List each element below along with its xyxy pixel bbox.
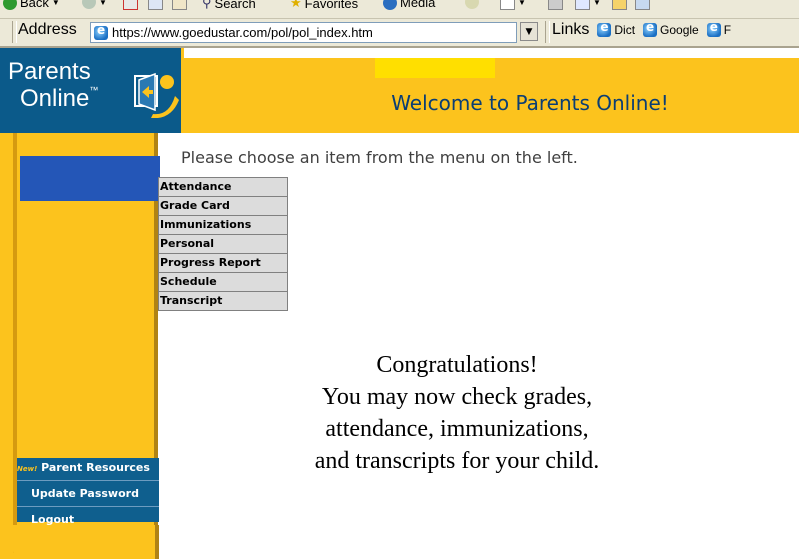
address-url[interactable]: https://www.goedustar.com/pol/pol_index.… [112,25,373,40]
new-badge: New! [17,465,38,473]
ie-page-icon [706,20,721,37]
media-button[interactable]: Media [383,0,435,10]
word-icon [575,0,590,10]
home-button[interactable] [172,0,187,10]
print-button[interactable] [548,0,563,10]
print-icon [548,0,563,10]
messenger-icon [635,0,650,10]
link-google[interactable]: Google [641,20,699,37]
congrats-line-4: and transcripts for your child. [314,448,600,474]
forward-arrow-icon [82,0,96,9]
dropdown-arrow-icon: ▼ [518,0,526,7]
media-icon [383,0,397,10]
messenger-button[interactable] [635,0,650,10]
congrats-line-2: You may now check grades, [321,384,593,410]
stop-icon [123,0,138,10]
history-icon [465,0,479,9]
toolbar-separator [12,21,17,43]
page-content: Parents Online™ Welcome to Parents Onlin… [0,48,799,559]
folder-button[interactable] [612,0,627,10]
logo-mark-icon [134,72,179,118]
divider [17,480,159,481]
refresh-icon [148,0,163,10]
favorites-button[interactable]: ★ Favorites [290,0,358,11]
word-button[interactable]: ▼ [575,0,601,10]
home-icon [172,0,187,10]
flyout-menu: Attendance Grade Card Immunizations Pers… [158,177,288,311]
menu-item-attendance[interactable]: Attendance [159,178,287,197]
link-f[interactable]: F [705,20,731,37]
menu-item-personal[interactable]: Personal [159,235,287,254]
menu-item-grade-card[interactable]: Grade Card [159,197,287,216]
menu-item-immunizations[interactable]: Immunizations [159,216,287,235]
dropdown-arrow-icon: ▼ [99,0,107,7]
history-button[interactable] [465,0,479,9]
logo-text-parents: Parents [8,58,91,85]
back-arrow-icon [3,0,17,10]
links-label: Links [552,21,590,38]
mail-button[interactable]: ▼ [500,0,526,10]
links-bar: Links Dict Google F [552,20,731,39]
menu-item-transcript[interactable]: Transcript [159,292,287,310]
refresh-button[interactable] [148,0,163,10]
address-input[interactable]: https://www.goedustar.com/pol/pol_index.… [90,22,517,43]
toolbar-separator [545,21,550,43]
folder-icon [612,0,627,10]
ie-page-icon [643,20,658,37]
address-label: Address [18,21,77,38]
search-button[interactable]: ⚲ Search [202,0,256,11]
menu-item-progress-report[interactable]: Progress Report [159,254,287,273]
menu-item-schedule[interactable]: Schedule [159,273,287,292]
congrats-line-3: attendance, immunizations, [325,416,589,442]
dropdown-arrow-icon: ▼ [593,0,601,7]
logo-text-online: Online™ [20,85,99,112]
address-bar: Address https://www.goedustar.com/pol/po… [0,19,799,48]
stop-button[interactable] [123,0,138,10]
back-button[interactable]: Back ▼ [3,0,60,10]
address-dropdown-button[interactable]: ▼ [520,22,538,41]
sidebar-menu-block [20,156,160,201]
link-dict[interactable]: Dict [595,20,635,37]
chevron-down-icon: ▼ [525,26,533,37]
congratulations-message: Congratulations! You may now check grade… [232,349,682,477]
congrats-line-1: Congratulations! [376,352,538,378]
page-title: Welcome to Parents Online! [391,91,669,115]
forward-button[interactable]: ▼ [82,0,107,9]
sidebar-item-parent-resources[interactable]: New! Parent Resources [17,461,159,474]
parents-online-logo[interactable]: Parents Online™ [0,48,184,133]
sidebar-footer [13,525,159,559]
ie-page-icon [597,20,612,37]
header-accent [375,58,495,78]
sidebar-item-update-password[interactable]: Update Password [31,487,173,500]
search-icon: ⚲ [202,0,212,10]
ie-page-icon [94,23,108,40]
browser-toolbar: Back ▼ ▼ ⚲ Search ★ Favorites Media ▼ ▼ [0,0,799,19]
instruction-text: Please choose an item from the menu on t… [181,148,578,167]
divider [17,506,159,507]
star-icon: ★ [290,0,302,10]
mail-icon [500,0,515,10]
dropdown-arrow-icon: ▼ [51,0,60,7]
